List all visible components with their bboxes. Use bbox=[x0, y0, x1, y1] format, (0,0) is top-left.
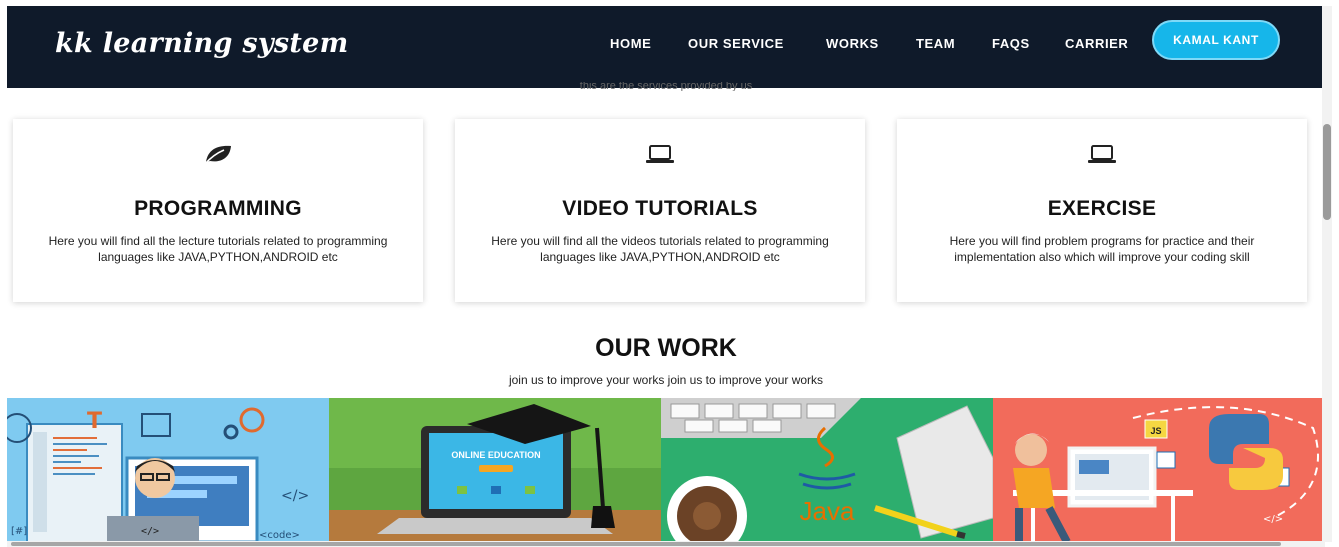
laptop-icon bbox=[897, 143, 1307, 169]
tile-code-text: <code> bbox=[259, 530, 300, 541]
service-title: PROGRAMMING bbox=[134, 197, 302, 220]
horizontal-scrollbar-thumb[interactable] bbox=[11, 542, 1281, 546]
gallery-image-online-education[interactable]: ONLINE EDUCATION bbox=[329, 398, 661, 542]
vertical-scrollbar-thumb[interactable] bbox=[1323, 124, 1331, 220]
work-title: OUR WORK bbox=[595, 334, 737, 362]
nav-our-service[interactable]: OUR SERVICE bbox=[688, 36, 784, 51]
service-title: EXERCISE bbox=[1047, 197, 1157, 220]
service-card-video-tutorials: VIDEO TUTORIALS Here you will find all t… bbox=[455, 119, 865, 302]
user-button[interactable]: KAMAL KANT bbox=[1152, 20, 1280, 60]
horizontal-scrollbar[interactable] bbox=[7, 541, 1325, 547]
svg-text:T: T bbox=[87, 409, 102, 434]
nav-faqs[interactable]: FAQS bbox=[992, 36, 1030, 51]
laptop-icon bbox=[455, 143, 865, 169]
svg-text:</>: </> bbox=[141, 526, 159, 537]
nav-team[interactable]: TEAM bbox=[916, 36, 955, 51]
service-card-exercise: EXERCISE Here you will find problem prog… bbox=[897, 119, 1307, 302]
work-subtitle: join us to improve your works join us to… bbox=[508, 373, 824, 387]
gallery-image-java[interactable]: Java bbox=[661, 398, 993, 542]
service-title: VIDEO TUTORIALS bbox=[562, 197, 758, 220]
services-caption: this are the services provided by us bbox=[579, 82, 753, 91]
page: kk learning system HOME OUR SERVICE WORK… bbox=[7, 6, 1325, 542]
tile-java-text: Java bbox=[800, 496, 855, 526]
leaf-icon bbox=[13, 143, 423, 169]
service-text: Here you will find all the videos tutori… bbox=[491, 234, 829, 264]
svg-text:</>: </> bbox=[281, 488, 309, 504]
service-card-programming: PROGRAMMING Here you will find all the l… bbox=[13, 119, 423, 302]
service-text: Here you will find problem programs for … bbox=[949, 234, 1255, 264]
brand-logo[interactable]: kk learning system bbox=[55, 28, 348, 59]
tile-banner-text: ONLINE EDUCATION bbox=[451, 450, 540, 460]
gallery-image-coding[interactable]: T </> <code> [#] </> bbox=[7, 398, 329, 542]
gallery-image-python[interactable]: JS </> bbox=[993, 398, 1325, 542]
navbar: kk learning system HOME OUR SERVICE WORK… bbox=[7, 6, 1325, 88]
vertical-scrollbar[interactable] bbox=[1322, 6, 1332, 542]
tile-js-text: JS bbox=[1150, 426, 1161, 436]
svg-text:</>: </> bbox=[1263, 514, 1283, 525]
nav-carrier[interactable]: CARRIER bbox=[1065, 36, 1128, 51]
nav-works[interactable]: WORKS bbox=[826, 36, 879, 51]
service-text: Here you will find all the lecture tutor… bbox=[48, 234, 388, 264]
svg-text:[#]: [#] bbox=[11, 526, 27, 537]
nav-home[interactable]: HOME bbox=[610, 36, 651, 51]
